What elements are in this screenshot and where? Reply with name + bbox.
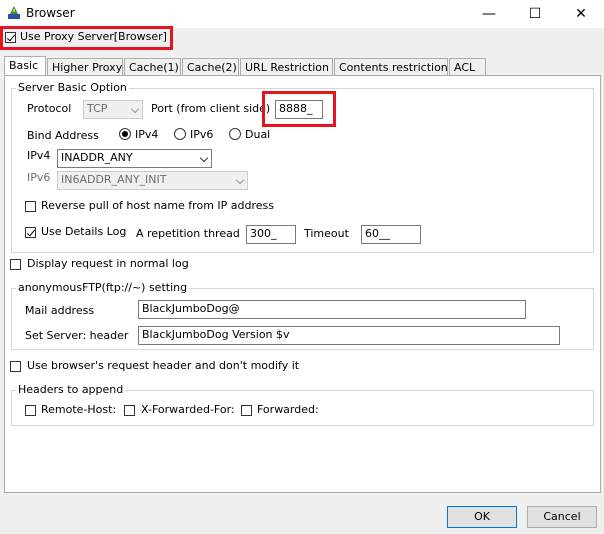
use-proxy-checkbox[interactable] [5,32,16,43]
tab-higher-proxy[interactable]: Higher Proxy [47,58,123,76]
mail-address-input[interactable]: BlackJumboDog@ [138,300,526,319]
port-label: Port (from client side) [151,102,271,115]
server-header-input[interactable]: BlackJumboDog Version $v [138,326,560,345]
bind-ipv6-label: IPv6 [190,128,214,141]
window-title: Browser [26,6,75,20]
ipv6-select: IN6ADDR_ANY_INIT [57,171,248,190]
ipv6-value: IN6ADDR_ANY_INIT [61,173,167,186]
details-log-label: Use Details Log [41,225,127,238]
server-basic-legend: Server Basic Option [16,81,129,94]
close-icon: ✕ [575,6,587,22]
chevron-down-icon [130,104,140,114]
tab-cache-1[interactable]: Cache(1) [124,58,181,76]
maximize-button[interactable]: ☐ [512,0,558,28]
use-proxy-label: Use Proxy Server[Browser] [20,30,167,43]
display-normal-log-checkbox[interactable] [10,259,21,270]
mail-address-label: Mail address [25,304,95,317]
timeout-input[interactable]: 60__ [361,225,421,244]
forwarded-checkbox[interactable] [241,405,252,416]
x-forwarded-for-checkbox[interactable] [124,405,135,416]
bind-dual-label: Dual [245,128,271,141]
server-header-label: Set Server: header [25,329,129,342]
repetition-thread-input[interactable]: 300_ [246,225,296,244]
app-icon [8,6,20,19]
headers-append-legend: Headers to append [16,383,126,396]
browser-header-label: Use browser's request header and don't m… [27,359,300,372]
timeout-label: Timeout [304,227,349,240]
ipv6-label: IPv6 [27,171,51,184]
reverse-pull-label: Reverse pull of host name from IP addres… [41,199,274,212]
bind-address-label: Bind Address [27,129,99,142]
ok-button[interactable]: OK [447,506,517,528]
reverse-pull-checkbox[interactable] [25,201,36,212]
bind-dual-radio[interactable] [229,128,241,140]
tab-cache-2[interactable]: Cache(2) [182,58,239,76]
tab-basic[interactable]: Basic [4,56,46,77]
chevron-down-icon [235,175,245,185]
ipv4-value: INADDR_ANY [61,151,133,164]
display-normal-log-label: Display request in normal log [27,257,189,270]
maximize-icon: ☐ [528,6,542,22]
minimize-icon: — [482,6,496,22]
tab-label: ACL [454,61,476,74]
tab-label: URL Restriction [245,61,329,74]
remote-host-checkbox[interactable] [25,405,36,416]
protocol-select: TCP [83,100,143,119]
basic-tab-panel: Server Basic Option Protocol TCP Port (f… [4,75,601,493]
title-bar: Browser — ☐ ✕ [0,0,604,28]
ipv4-label: IPv4 [27,149,51,162]
chevron-down-icon [199,153,209,163]
repetition-thread-label: A repetition thread [136,227,240,240]
details-log-checkbox[interactable] [25,227,36,238]
tab-label: Basic [9,59,39,72]
protocol-value: TCP [87,102,108,115]
tab-url-restriction[interactable]: URL Restriction [240,58,333,76]
remote-host-label: Remote-Host: [41,403,117,416]
cancel-button[interactable]: Cancel [527,506,597,528]
tab-label: Higher Proxy [52,61,123,74]
protocol-label: Protocol [27,102,72,115]
minimize-button[interactable]: — [466,0,512,28]
close-button[interactable]: ✕ [558,0,604,28]
bind-ipv6-radio[interactable] [174,128,186,140]
tab-label: Cache(2) [187,61,237,74]
tab-acl[interactable]: ACL [449,58,486,76]
tab-contents-restriction[interactable]: Contents restriction [334,58,448,76]
x-forwarded-for-label: X-Forwarded-For: [141,403,235,416]
bind-ipv4-label: IPv4 [135,128,159,141]
anon-ftp-legend: anonymousFTP(ftp://~) setting [16,281,190,294]
highlight-port [262,91,336,127]
ipv4-select[interactable]: INADDR_ANY [57,149,212,168]
tab-label: Contents restriction [339,61,448,74]
browser-header-checkbox[interactable] [10,361,21,372]
forwarded-label: Forwarded: [257,403,319,416]
bind-ipv4-radio[interactable] [119,128,131,140]
tab-label: Cache(1) [129,61,179,74]
